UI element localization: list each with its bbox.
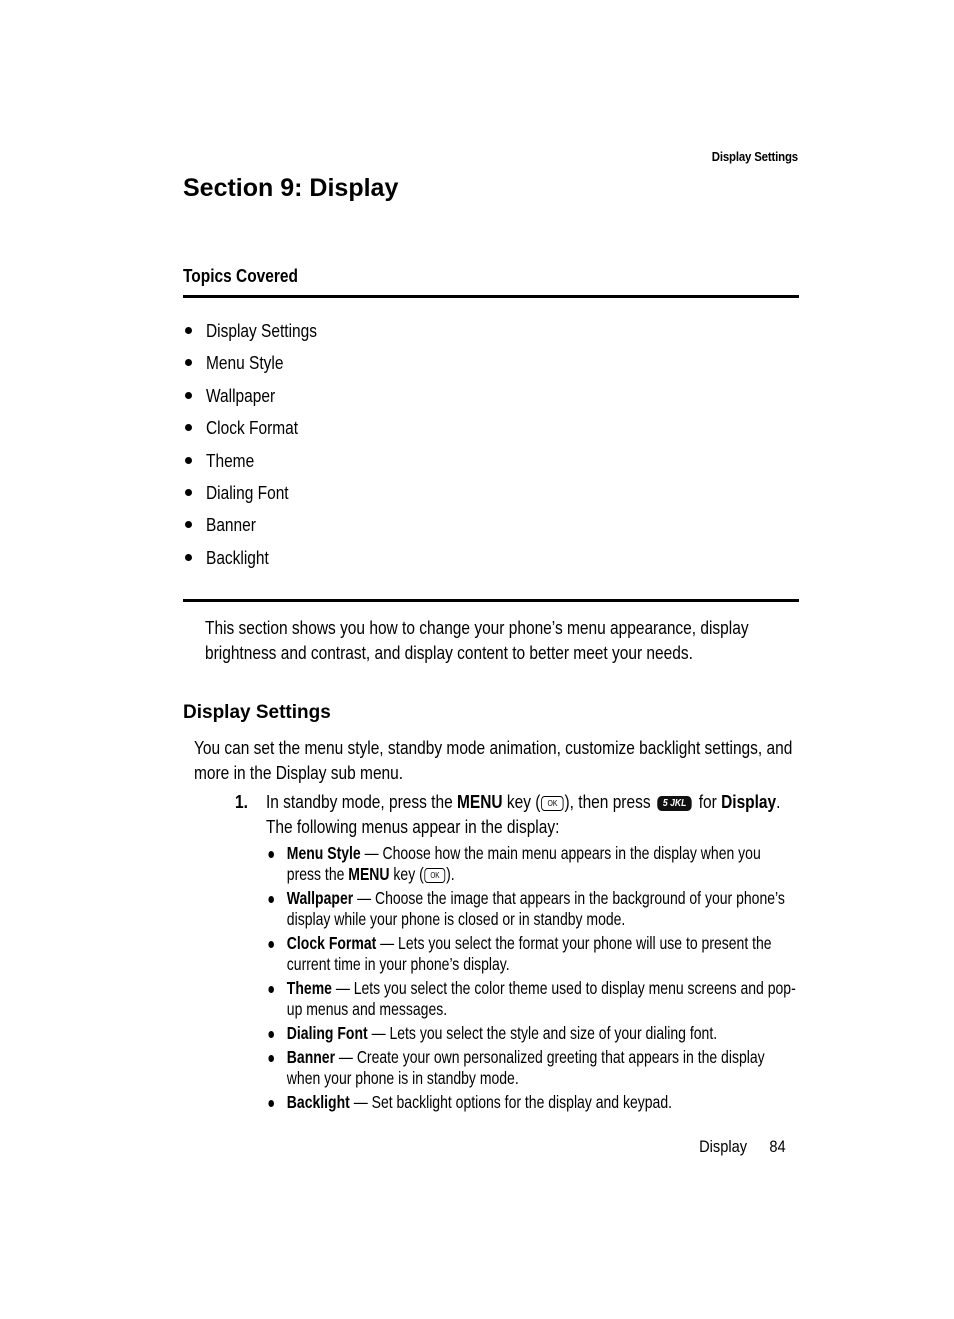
step-1: 1. In standby mode, press the MENU key (… [235,790,803,839]
ok-key-icon: OK [541,795,564,811]
bullet-icon [268,1100,274,1107]
menu-item-theme: Theme — Lets you select the color theme … [266,978,799,1020]
page-footer: Display 84 [699,1137,786,1157]
bullet-icon [268,1055,274,1062]
bullet-icon [268,896,274,903]
menu-item-clock-format: Clock Format — Lets you select the forma… [266,933,799,975]
topics-list: Display Settings Menu Style Wallpaper Cl… [183,317,335,576]
menu-item-menu-style: Menu Style — Choose how the main menu ap… [266,843,799,885]
bullet-icon [185,391,192,399]
page-number: 84 [769,1137,786,1156]
section-intro: This section shows you how to change you… [205,618,749,663]
menu-item-backlight: Backlight — Set backlight options for th… [266,1092,799,1113]
bullet-icon [185,424,192,432]
bullet-icon [185,488,192,496]
running-header: Display Settings [711,149,798,164]
topic-item: Dialing Font [183,479,335,511]
bullet-icon [185,327,192,334]
bullet-icon [185,521,192,529]
bullet-icon [185,359,192,367]
topics-top-rule [183,295,799,298]
step-number: 1. [235,792,248,812]
display-label: Display [721,792,777,812]
step-text: In standby mode, press the MENU key (OK)… [265,792,781,837]
display-menus-list: Menu Style — Choose how the main menu ap… [266,843,796,1116]
key-5-icon: 5 JKL [657,795,692,811]
display-settings-intro: You can set the menu style, standby mode… [194,738,793,783]
menu-item-banner: Banner — Create your own personalized gr… [266,1047,799,1089]
menu-key-label: MENU [457,792,503,812]
display-settings-heading: Display Settings [183,702,331,723]
topic-item: Theme [183,447,335,479]
bullet-icon [185,456,192,464]
bullet-icon [268,1031,274,1038]
topic-item: Backlight [183,544,335,576]
bullet-icon [268,941,274,948]
topic-item: Wallpaper [183,382,335,414]
bullet-icon [268,851,274,858]
topic-item: Banner [183,511,335,543]
topics-bottom-rule [183,599,799,602]
topics-covered-heading: Topics Covered [183,266,298,286]
section-title: Section 9: Display [183,174,399,202]
menu-item-wallpaper: Wallpaper — Choose the image that appear… [266,888,799,930]
topic-item: Menu Style [183,349,335,381]
footer-section-name: Display [699,1137,748,1156]
menu-item-dialing-font: Dialing Font — Lets you select the style… [266,1023,799,1044]
ok-key-icon: OK [424,867,446,883]
bullet-icon [185,553,192,561]
bullet-icon [268,986,274,993]
topic-item: Display Settings [183,317,335,349]
topic-item: Clock Format [183,414,335,446]
